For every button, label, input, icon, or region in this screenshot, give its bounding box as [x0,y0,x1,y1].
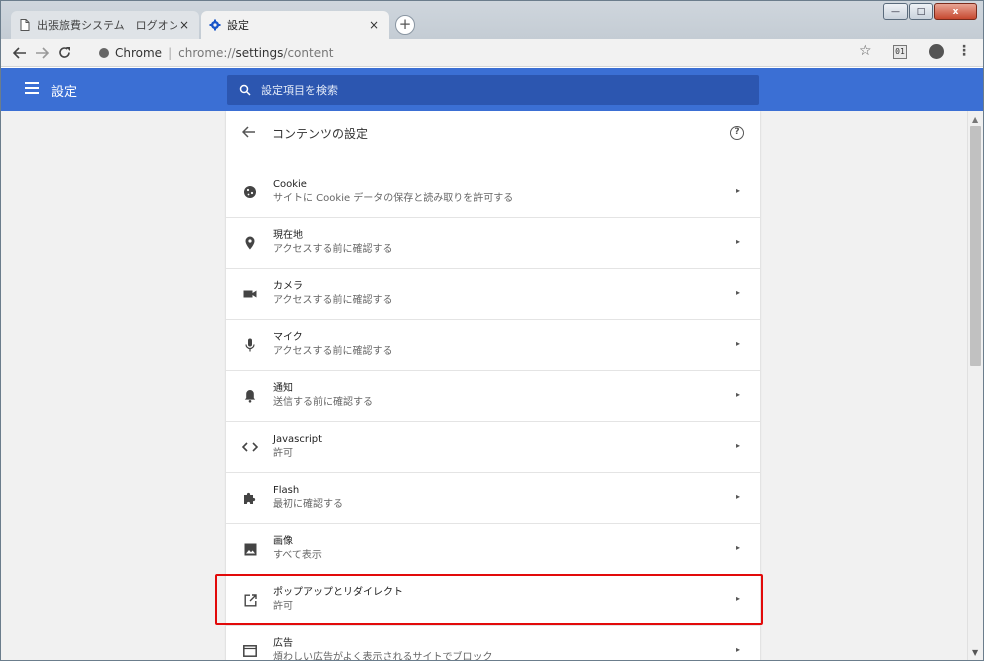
back-arrow-icon[interactable] [241,125,258,142]
chevron-right-icon: ▸ [735,237,740,246]
chevron-right-icon: ▸ [735,543,740,552]
chevron-right-icon: ▸ [735,288,740,297]
row-label: マイク [273,332,303,343]
back-arrow-icon [13,46,26,59]
row-label: 現在地 [273,230,303,241]
chevron-right-icon: ▸ [735,339,740,348]
setting-row-cookie[interactable]: Cookie サイトに Cookie データの保存と読み取りを許可する ▸ [226,167,760,218]
bookmark-star-icon[interactable]: ☆ [859,43,872,59]
chevron-right-icon: ▸ [735,186,740,195]
row-sub: すべて表示 [273,550,322,561]
row-label: 広告 [273,638,293,649]
menu-dots-icon[interactable]: ⋮ [957,43,971,59]
back-button[interactable] [9,42,31,64]
url-host: settings [235,45,284,60]
location-pin-icon [241,234,259,252]
bell-icon [241,387,259,405]
url-separator: | [168,45,173,60]
url-path: /content [283,45,334,60]
tab-close-button[interactable]: × [367,18,381,32]
forward-button[interactable] [31,42,53,64]
scroll-down-arrow-icon[interactable]: ▼ [972,648,978,657]
row-sub: 最初に確認する [273,499,343,510]
forward-arrow-icon [36,46,49,59]
new-tab-button[interactable]: + [395,15,415,35]
chrome-icon [99,47,109,58]
highlight-box [215,574,763,625]
subpage-title: コンテンツの設定 [272,127,369,141]
setting-row-javascript[interactable]: Javascript 許可 ▸ [226,422,760,473]
row-label: カメラ [273,281,303,292]
chevron-right-icon: ▸ [735,390,740,399]
settings-search-input[interactable]: 設定項目を検索 [227,75,759,105]
gear-icon [209,19,221,31]
microphone-icon [241,336,259,354]
search-icon [239,84,251,96]
extension-button[interactable]: 01 [893,45,907,59]
window-controls: — □ x [883,3,977,20]
row-sub: 許可 [273,448,293,459]
tab-title: 設定 [227,19,249,32]
close-window-button[interactable]: x [934,3,977,20]
chevron-right-icon: ▸ [735,492,740,501]
tab-close-button[interactable]: × [177,18,191,32]
setting-row-flash[interactable]: Flash 最初に確認する ▸ [226,473,760,524]
cookie-icon [241,183,259,201]
row-label: 通知 [273,383,293,394]
chevron-right-icon: ▸ [735,441,740,450]
reload-icon [58,47,70,58]
setting-row-microphone[interactable]: マイクアクセスする前に確認する ▸ [226,320,760,371]
row-sub: アクセスする前に確認する [273,244,393,255]
setting-row-camera[interactable]: カメラアクセスする前に確認する ▸ [226,269,760,320]
browser-toolbar: Chrome | chrome:// settings /content ☆ 0… [1,39,983,67]
setting-row-notifications[interactable]: 通知送信する前に確認する ▸ [226,371,760,422]
page-title: 設定 [51,85,78,100]
row-label: Cookie [273,179,307,190]
hamburger-menu-icon[interactable] [25,82,39,94]
row-sub: 送信する前に確認する [273,397,373,408]
tab-strip: 出張旅費システム ログオン × 設定 × + — □ x [1,1,983,39]
row-label: 画像 [273,536,293,547]
tab-settings[interactable]: 設定 × [201,11,389,39]
address-bar[interactable]: Chrome | chrome:// settings /content [89,42,879,63]
help-icon[interactable]: ? [730,126,744,140]
vertical-scrollbar[interactable]: ▲ ▼ [967,111,983,660]
row-sub: サイトに Cookie データの保存と読み取りを許可する [273,193,514,204]
setting-row-images[interactable]: 画像すべて表示 ▸ [226,524,760,575]
row-label: Javascript [273,434,322,445]
scroll-thumb[interactable] [970,126,981,366]
image-icon [241,540,259,558]
puzzle-icon [241,489,259,507]
document-icon [19,19,31,31]
subpage-header: コンテンツの設定 ? [226,111,760,156]
reload-button[interactable] [53,42,75,64]
site-label: Chrome [115,45,163,60]
minimize-button[interactable]: — [883,3,908,20]
row-sub: アクセスする前に確認する [273,295,393,306]
maximize-button[interactable]: □ [909,3,933,20]
tab-logon[interactable]: 出張旅費システム ログオン × [11,11,199,39]
chevron-right-icon: ▸ [735,645,740,654]
setting-row-ads[interactable]: 広告煩わしい広告がよく表示されるサイトでブロック ▸ [226,626,760,661]
tab-title: 出張旅費システム ログオン [37,19,177,32]
scroll-up-arrow-icon[interactable]: ▲ [972,115,978,124]
settings-header: 設定 設定項目を検索 [1,68,983,111]
browser-window: 出張旅費システム ログオン × 設定 × + — □ x Chrome | ch… [0,0,984,661]
camera-icon [241,285,259,303]
ads-icon [241,642,259,660]
row-label: Flash [273,485,300,496]
row-sub: 煩わしい広告がよく表示されるサイトでブロック [273,652,493,661]
search-placeholder: 設定項目を検索 [261,84,338,97]
setting-row-location[interactable]: 現在地アクセスする前に確認する ▸ [226,218,760,269]
row-sub: アクセスする前に確認する [273,346,393,357]
code-icon [241,438,259,456]
url-scheme: chrome:// [178,45,236,60]
profile-icon[interactable] [929,44,944,59]
